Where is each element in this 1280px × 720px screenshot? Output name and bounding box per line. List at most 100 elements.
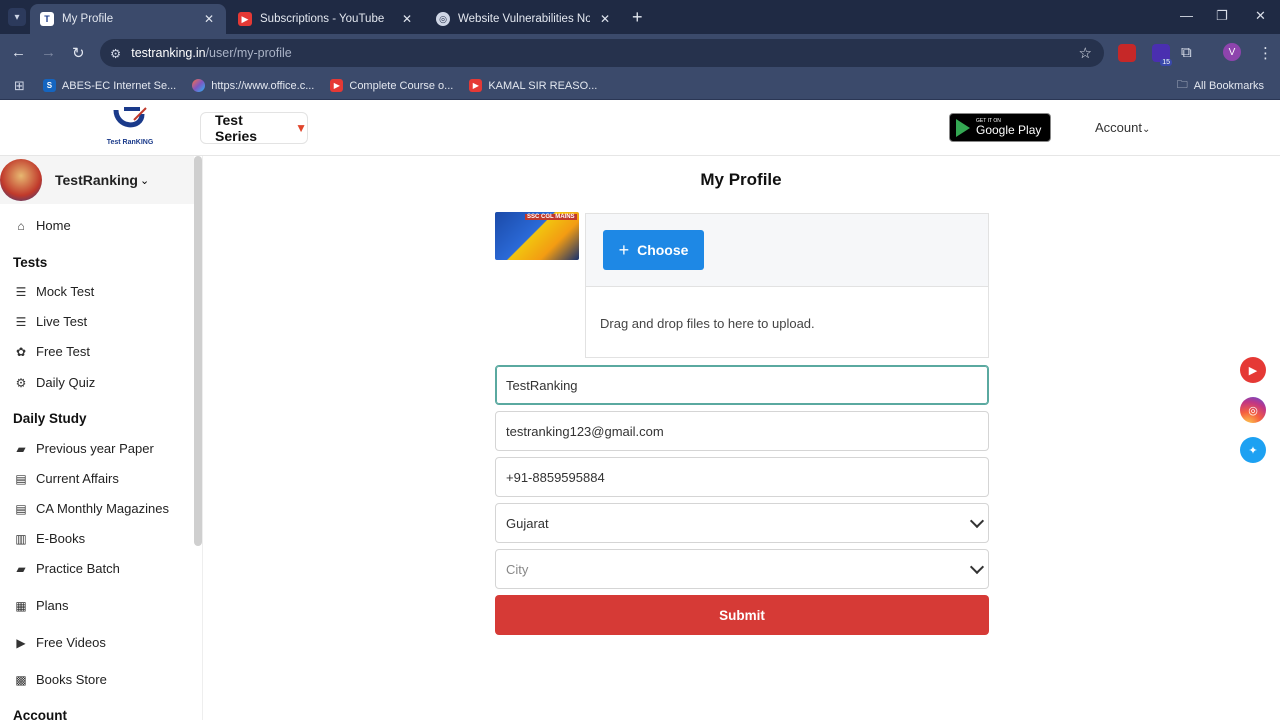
close-tab-icon[interactable]: ✕ [202, 12, 216, 26]
video-icon: ▶ [16, 635, 26, 650]
sidebar-user[interactable]: TestRanking ⌄ [0, 156, 194, 204]
book-icon: ▥ [15, 531, 27, 546]
section-heading: Account [13, 708, 67, 720]
submit-button[interactable]: Submit [495, 595, 989, 635]
address-bar[interactable]: ⚙ testranking.in/user/my-profile ☆ [100, 39, 1104, 67]
name-field[interactable]: TestRanking [495, 365, 989, 405]
list-icon: ☰ [15, 314, 27, 329]
all-bookmarks-label: All Bookmarks [1193, 79, 1264, 92]
browser-toolbar: ← → ↻ ⚙ testranking.in/user/my-profile ☆… [0, 34, 1280, 72]
profile-image-caption: SSC CGL MAINS [525, 214, 577, 220]
close-window-icon[interactable]: ✕ [1255, 8, 1266, 24]
sidebar-item-ca-monthly[interactable]: ▤ CA Monthly Magazines [14, 501, 169, 516]
city-placeholder: City [506, 561, 529, 577]
tab-search-icon[interactable]: ▾ [8, 8, 26, 26]
sidebar-item-free-videos[interactable]: ▶ Free Videos [14, 635, 105, 650]
back-icon[interactable]: ← [11, 44, 26, 61]
sidebar-item-daily-quiz[interactable]: ⚙ Daily Quiz [14, 375, 96, 390]
twitter-icon[interactable]: ✦ [1240, 437, 1266, 463]
sidebar-username: TestRanking [55, 172, 138, 188]
close-tab-icon[interactable]: ✕ [400, 12, 414, 26]
globe-favicon-icon: ◎ [436, 12, 450, 26]
folder-icon: ▰ [16, 441, 26, 456]
site-header: Test RanKING Test Series ▼ GET IT ON Goog… [0, 100, 1280, 156]
phone-field[interactable]: +91-8859595884 [495, 457, 989, 497]
maximize-icon[interactable]: ❐ [1216, 8, 1228, 24]
account-menu[interactable]: Account⌄ [1095, 120, 1150, 135]
tab-title: Website Vulnerabilities Notifica [458, 13, 590, 25]
reload-icon[interactable]: ↻ [72, 44, 85, 62]
tab-title: Subscriptions - YouTube [260, 13, 385, 25]
state-select[interactable]: Gujarat [495, 503, 989, 543]
email-value: testranking123@gmail.com [506, 423, 664, 439]
forward-icon[interactable]: → [41, 44, 56, 61]
google-play-badge[interactable]: GET IT ON Google Play [949, 113, 1051, 142]
bookmark-item[interactable]: https://www.office.c... [192, 79, 314, 92]
city-select[interactable]: City [495, 549, 989, 589]
sidebar-scrollbar[interactable] [194, 156, 202, 546]
google-play-icon [956, 118, 970, 137]
chevron-down-icon: ▼ [295, 121, 307, 135]
page-title: My Profile [700, 170, 782, 189]
tab-vulnerabilities[interactable]: ◎ Website Vulnerabilities Notifica ✕ [426, 4, 622, 34]
extensions-puzzle-icon[interactable]: ⧉ [1181, 44, 1192, 61]
url-path: /user/my-profile [205, 46, 292, 60]
section-heading: Daily Study [13, 411, 87, 426]
list-icon: ☰ [15, 284, 27, 299]
close-tab-icon[interactable]: ✕ [598, 12, 612, 26]
sidebar-item-practice-batch[interactable]: ▰ Practice Batch [14, 561, 119, 576]
youtube-icon: ▶ [469, 79, 483, 92]
gplay-line2: Google Play [976, 123, 1042, 137]
office-icon [192, 79, 206, 92]
bookmark-item[interactable]: ▶ Complete Course o... [330, 79, 453, 92]
site-logo[interactable]: Test RanKING [100, 106, 160, 150]
sidebar-item-books-store[interactable]: ▩ Books Store [14, 672, 107, 687]
quiz-icon: ⚙ [15, 375, 27, 390]
tab-youtube[interactable]: ▶ Subscriptions - YouTube ✕ [228, 4, 424, 34]
browser-tab-bar: ▾ T My Profile ✕ ▶ Subscriptions - YouTu… [0, 0, 1280, 34]
home-icon: ⌂ [17, 218, 25, 233]
apps-grid-icon[interactable]: ⊞ [14, 78, 25, 94]
extension-icon[interactable] [1118, 44, 1136, 62]
avatar [0, 159, 42, 201]
browser-menu-icon[interactable]: ⋮ [1258, 44, 1273, 62]
file-upload[interactable]: + Choose Drag and drop files to here to … [585, 213, 989, 358]
youtube-favicon-icon: ▶ [238, 12, 252, 26]
tab-my-profile[interactable]: T My Profile ✕ [30, 4, 226, 34]
sidebar-item-plans[interactable]: ▦ Plans [14, 598, 68, 613]
bookmark-s-icon: S [42, 79, 56, 92]
instagram-icon[interactable]: ◎ [1240, 397, 1266, 423]
profile-avatar[interactable]: V [1223, 43, 1241, 61]
name-value: TestRanking [506, 377, 578, 393]
sidebar-item-current-affairs[interactable]: ▤ Current Affairs [14, 471, 119, 486]
logo-text: Test RanKING [106, 139, 154, 146]
store-icon: ▩ [15, 672, 27, 687]
site-info-icon[interactable]: ⚙ [110, 46, 121, 61]
test-series-dropdown[interactable]: Test Series ▼ [200, 112, 308, 144]
all-bookmarks[interactable]: 🗀 All Bookmarks [1177, 76, 1264, 95]
sidebar-item-home[interactable]: ⌂ Home [14, 218, 70, 233]
sidebar-item-live-test[interactable]: ☰ Live Test [14, 314, 87, 329]
choose-label: Choose [637, 242, 689, 258]
bookmark-item[interactable]: S ABES-EC Internet Se... [42, 79, 176, 92]
new-tab-button[interactable]: + [632, 8, 643, 26]
choose-button[interactable]: + Choose [603, 230, 704, 270]
section-heading: Tests [13, 255, 48, 270]
bookmark-item[interactable]: ▶ KAMAL SIR REASO... [469, 79, 597, 92]
plans-icon: ▦ [15, 598, 27, 613]
email-field[interactable]: testranking123@gmail.com [495, 411, 989, 451]
sidebar-item-previous-year[interactable]: ▰ Previous year Paper [14, 441, 153, 456]
plus-icon: + [618, 239, 630, 260]
sidebar-item-mock-test[interactable]: ☰ Mock Test [14, 284, 95, 299]
chevron-down-icon [969, 513, 985, 529]
sidebar-item-ebooks[interactable]: ▥ E-Books [14, 531, 85, 546]
bookmark-star-icon[interactable]: ☆ [1079, 44, 1092, 62]
testranking-favicon-icon: T [40, 12, 54, 26]
sidebar-item-free-test[interactable]: ✿ Free Test [14, 344, 90, 359]
minimize-icon[interactable]: — [1180, 8, 1193, 23]
chevron-down-icon: ⌄ [139, 174, 150, 187]
account-label: Account [1095, 120, 1142, 135]
phone-value: +91-8859595884 [506, 469, 605, 485]
youtube-icon[interactable]: ▶ [1240, 357, 1266, 383]
extension-badge-icon[interactable]: 15 [1152, 44, 1172, 66]
